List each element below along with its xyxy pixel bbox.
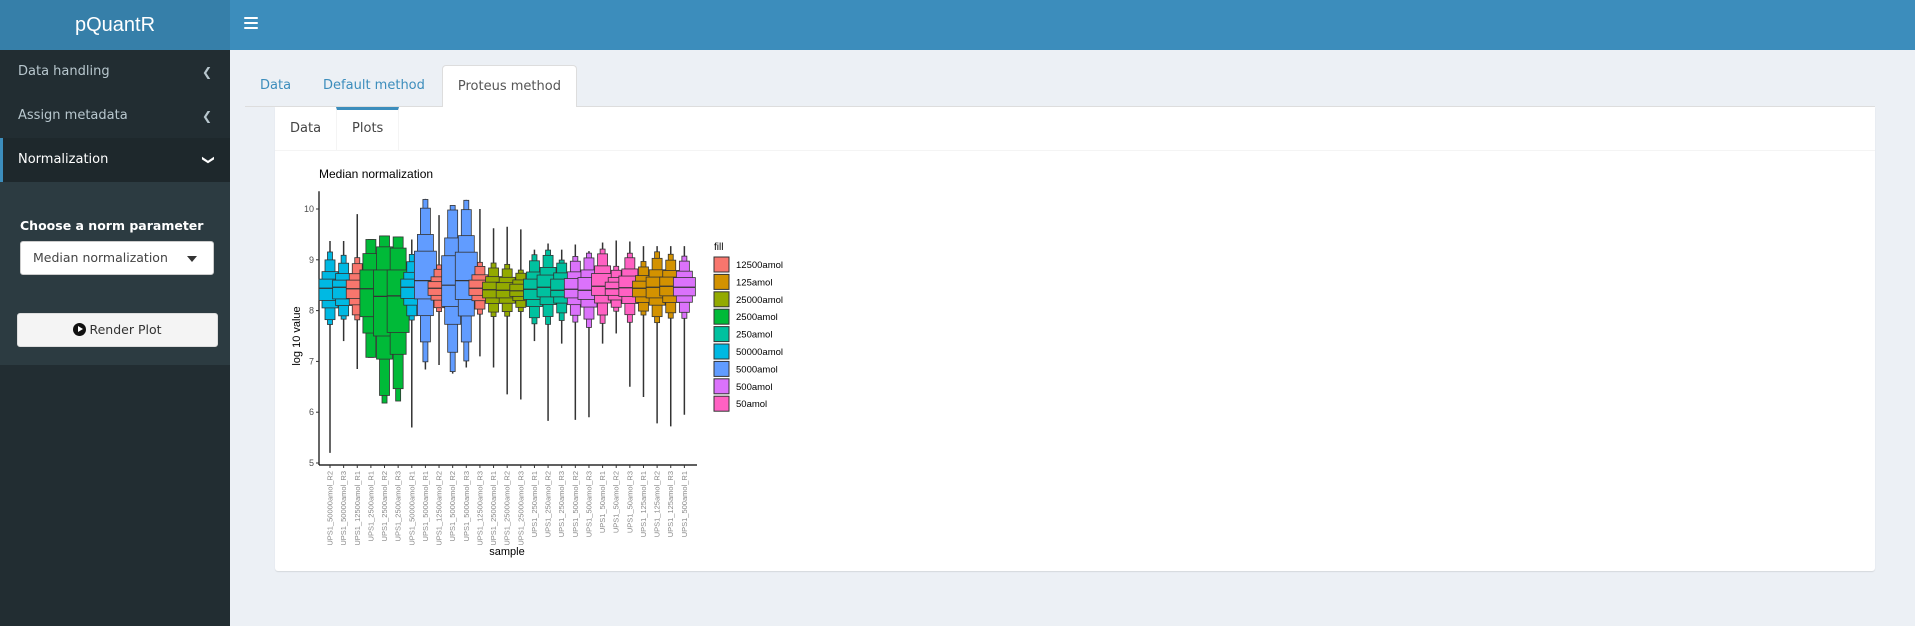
legend-swatch [713,395,730,412]
x-tick-label: UPS1_125amol_R1 [639,471,648,537]
chart-title: Median normalization [319,167,433,181]
y-tick-label: 10 [304,204,314,214]
legend-label: 25000amol [736,295,783,306]
x-tick-label: UPS1_2500amol_R1 [366,471,375,541]
legend-swatch [713,308,730,325]
legend-label: 5000amol [736,364,778,375]
y-tick-label: 8 [309,306,314,316]
x-tick-label: UPS1_25000amol_R1 [489,471,498,546]
x-tick-label: UPS1_50amol_R2 [612,471,621,533]
legend-swatch [713,256,730,273]
x-tick-label: UPS1_250amol_R3 [557,471,566,537]
legend-label: 2500amol [736,312,778,323]
x-tick-label: UPS1_25000amol_R2 [503,471,512,546]
y-tick-label: 9 [309,255,314,265]
x-tick-label: UPS1_250amol_R2 [544,471,553,537]
x-tick-label: UPS1_250amol_R1 [530,471,539,537]
legend-label: 500amol [736,382,772,393]
x-tick-label: UPS1_125amol_R2 [653,471,662,537]
legend-label: 50amol [736,399,767,410]
x-tick-label: UPS1_12500amol_R3 [475,471,484,546]
x-tick-label: UPS1_2500amol_R3 [394,471,403,541]
x-tick-label: UPS1_2500amol_R2 [380,471,389,541]
y-tick-label: 7 [309,356,314,366]
x-tick-label: UPS1_50000amol_R1 [407,471,416,546]
x-tick-label: UPS1_50amol_R1 [598,471,607,533]
legend-swatch [713,273,730,290]
x-tick-label: UPS1_50000amol_R3 [339,471,348,546]
x-tick-label: UPS1_50amol_R3 [625,471,634,533]
legend-swatch [713,360,730,377]
y-axis-label: log 10 value [291,306,303,365]
legend-label: 12500amol [736,260,783,271]
legend-swatch [713,343,730,360]
y-tick-label: 6 [309,407,314,417]
x-tick-label: UPS1_12500amol_R1 [353,471,362,546]
legend-label: 125amol [736,277,772,288]
legend-swatch [713,326,730,343]
legend-swatch [713,378,730,395]
x-tick-label: UPS1_500amol_R2 [571,471,580,537]
x-tick-label: UPS1_500amol_R1 [680,471,689,537]
x-tick-label: UPS1_50000amol_R2 [326,471,335,546]
legend-label: 250amol [736,330,772,341]
x-tick-label: UPS1_125amol_R3 [666,471,675,537]
legend-swatch [713,291,730,308]
x-tick-label: UPS1_5000amol_R3 [462,471,471,541]
x-axis-label: sample [489,546,524,558]
x-tick-label: UPS1_5000amol_R2 [448,471,457,541]
x-tick-label: UPS1_25000amol_R3 [516,471,525,546]
boxen-plot: Median normalization log 10 value sample… [291,167,783,558]
x-tick-label: UPS1_5000amol_R1 [421,471,430,541]
y-tick-label: 5 [309,458,314,468]
x-tick-label: UPS1_12500amol_R2 [435,471,444,546]
x-tick-label: UPS1_500amol_R3 [584,471,593,537]
legend-label: 50000amol [736,347,783,358]
legend-title: fill [714,242,723,253]
